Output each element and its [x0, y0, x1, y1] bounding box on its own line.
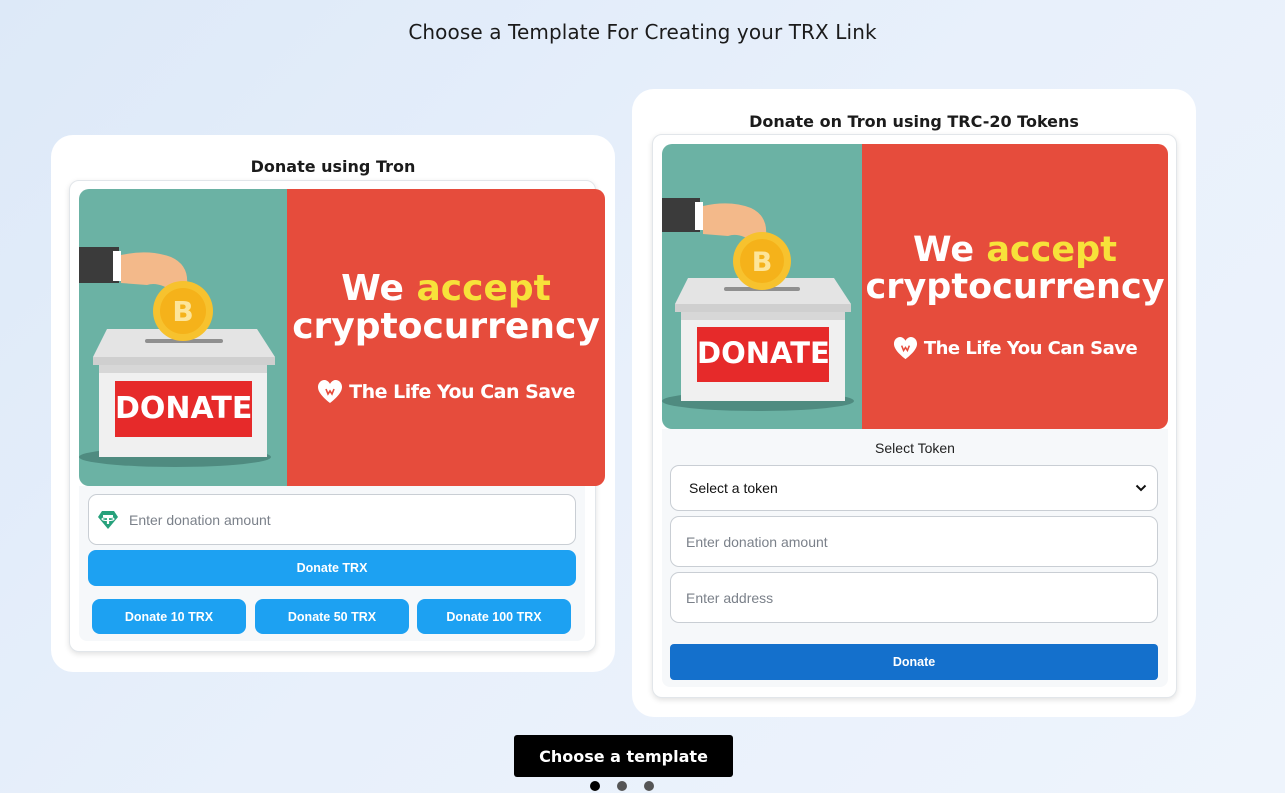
donation-amount-placeholder: Enter donation amount: [686, 533, 828, 550]
donation-amount-placeholder: Enter donation amount: [129, 511, 271, 528]
chevron-down-icon: [1135, 484, 1147, 492]
banner-illustration: B DONATE: [662, 144, 862, 429]
token-select-value: Select a token: [689, 480, 778, 496]
banner-message: We accept cryptocurrency The Life You Ca…: [862, 144, 1168, 429]
page-title: Choose a Template For Creating your TRX …: [408, 20, 877, 44]
address-input[interactable]: Enter address: [670, 572, 1158, 623]
donation-banner: B DONATE We accept cryptocurrency The Li…: [79, 189, 605, 486]
donation-box-illustration: B: [79, 247, 275, 467]
donate-100-trx-button[interactable]: Donate 100 TRX: [417, 599, 571, 634]
brand-name: The Life You Can Save: [349, 381, 575, 404]
svg-text:B: B: [172, 295, 193, 328]
donate-trx-button[interactable]: Donate TRX: [88, 550, 576, 586]
brand-name: The Life You Can Save: [923, 337, 1138, 359]
brand-logo: The Life You Can Save: [317, 379, 575, 405]
donation-amount-input[interactable]: Enter donation amount: [670, 516, 1158, 567]
banner-crypto-text: cryptocurrency: [865, 266, 1165, 307]
carousel-dot[interactable]: [617, 781, 627, 791]
donate-50-trx-button[interactable]: Donate 50 TRX: [255, 599, 409, 634]
banner-illustration: B DONATE: [79, 189, 287, 486]
donation-box-illustration: B: [662, 198, 854, 411]
carousel-dot[interactable]: [590, 781, 600, 791]
donate-10-trx-button[interactable]: Donate 10 TRX: [92, 599, 246, 634]
banner-headline: We accept: [341, 267, 551, 309]
address-placeholder: Enter address: [686, 589, 774, 606]
banner-we-text: We: [341, 267, 417, 309]
banner-we-text: We: [913, 230, 987, 270]
banner-crypto-text: cryptocurrency: [292, 305, 600, 347]
banner-accept-text: accept: [986, 230, 1117, 270]
template-title: Donate using Tron: [250, 157, 416, 176]
carousel-dot[interactable]: [644, 781, 654, 791]
token-donation-form: Select Token Select a token Enter donati…: [662, 429, 1168, 687]
carousel-dots: [590, 781, 654, 791]
select-token-label: Select Token: [875, 440, 955, 456]
template-card-trc20[interactable]: Donate on Tron using TRC-20 Tokens B DON…: [632, 89, 1196, 717]
template-card-tron[interactable]: Donate using Tron B DONATE We accept cry…: [51, 135, 615, 672]
tether-icon: [98, 510, 118, 529]
donation-banner: B DONATE We accept cryptocurrency The Li…: [662, 144, 1168, 429]
donate-button[interactable]: Donate: [670, 644, 1158, 680]
token-select[interactable]: Select a token: [670, 465, 1158, 511]
svg-text:B: B: [752, 247, 773, 278]
donation-amount-input[interactable]: Enter donation amount: [88, 494, 576, 545]
banner-message: We accept cryptocurrency The Life You Ca…: [287, 189, 605, 486]
choose-template-button[interactable]: Choose a template: [514, 735, 733, 777]
template-preview: B DONATE We accept cryptocurrency The Li…: [652, 134, 1177, 698]
heart-hands-icon: [318, 380, 343, 404]
donate-sign-text: DONATE: [115, 391, 253, 426]
banner-headline: We accept: [913, 232, 1117, 269]
template-title: Donate on Tron using TRC-20 Tokens: [749, 112, 1079, 131]
donate-sign-text: DONATE: [697, 336, 830, 370]
banner-accept-text: accept: [416, 267, 551, 309]
template-preview: B DONATE We accept cryptocurrency The Li…: [69, 180, 605, 652]
donation-form: Enter donation amount Donate TRX Donate …: [79, 486, 585, 641]
brand-logo: The Life You Can Save: [893, 336, 1138, 361]
heart-hands-icon: [893, 336, 917, 359]
